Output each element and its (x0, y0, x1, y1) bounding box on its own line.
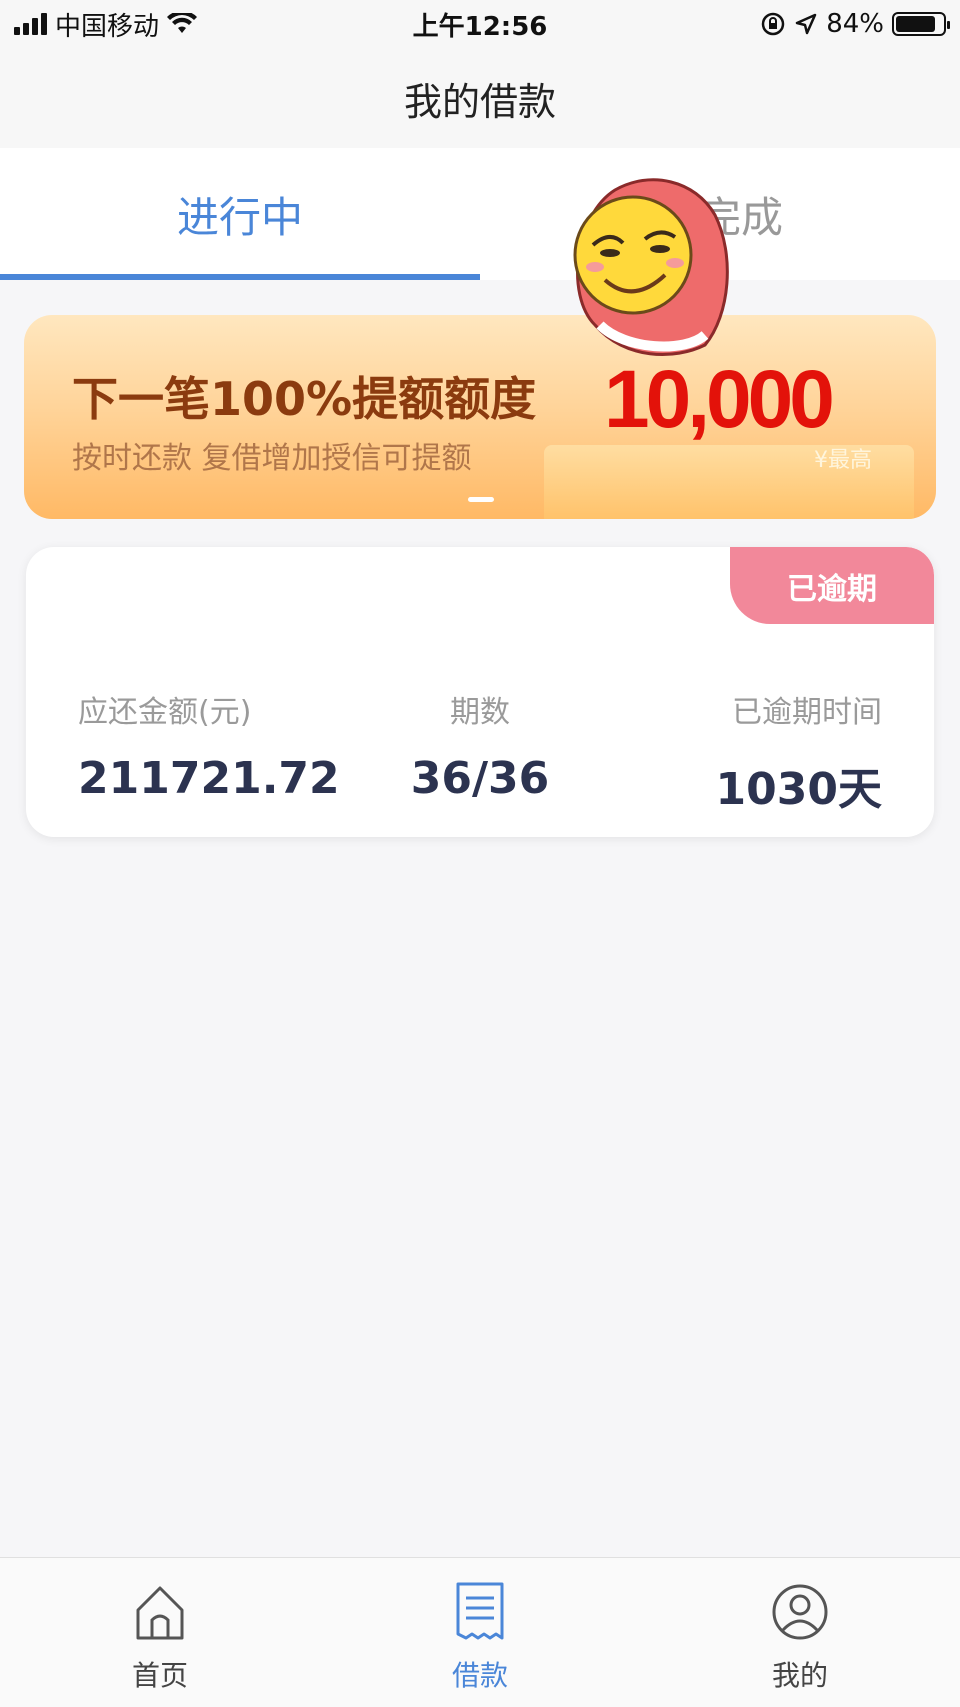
wifi-icon (167, 13, 198, 33)
promo-banner[interactable]: 下一笔100%提额额度 按时还款 复借增加授信可提额 10,000 ¥最高 (24, 315, 936, 519)
tabbar-label-profile: 我的 (771, 1659, 828, 1692)
amount-due-value: 211721.72 (78, 753, 340, 804)
battery-fill (896, 16, 935, 32)
loan-summary: 应还金额(元) 211721.72 期数 36/36 已逾期时间 1030天 (26, 687, 934, 817)
tabbar-item-home[interactable]: 首页 (0, 1558, 320, 1707)
banner-title: 下一笔100%提额额度 (72, 372, 537, 426)
status-left: 中国移动 (14, 6, 198, 43)
banner-amount: 10,000 (604, 354, 835, 445)
installment-value: 36/36 (410, 753, 550, 804)
page-title: 我的借款 (403, 79, 556, 124)
overdue-days-value: 1030天 (715, 764, 882, 815)
tabbar-label-home: 首页 (131, 1659, 188, 1692)
status-badge: 已逾期 (730, 547, 934, 624)
loan-status-tabs: 进行中 已完成 (0, 148, 960, 280)
overdue-days-label: 已逾期时间 (732, 695, 882, 730)
emoji-sticker-icon (573, 178, 729, 356)
banner-tag: ¥最高 (814, 448, 872, 473)
banner-subtitle: 按时还款 复借增加授信可提额 (72, 441, 472, 476)
loan-card[interactable]: 已逾期 应还金额(元) 211721.72 期数 36/36 已逾期时间 103… (26, 547, 934, 837)
location-icon (795, 13, 817, 35)
nav-bar: 我的借款 (0, 48, 960, 148)
tab-in-progress[interactable]: 进行中 (0, 148, 480, 280)
bill-icon (456, 1582, 504, 1640)
installment-column: 期数 36/36 (346, 687, 614, 817)
tabbar-label-loan: 借款 (451, 1659, 508, 1692)
carrier-label: 中国移动 (55, 11, 160, 42)
installment-label: 期数 (450, 695, 510, 730)
amount-due-column: 应还金额(元) 211721.72 (78, 687, 346, 817)
tabbar-item-profile[interactable]: 我的 (640, 1558, 960, 1707)
home-icon (136, 1586, 184, 1640)
overdue-days-column: 已逾期时间 1030天 (614, 687, 882, 817)
banner-page-indicator (468, 497, 494, 502)
status-bar: 中国移动 上午12:56 84% (0, 0, 960, 48)
battery-percent: 84% (826, 9, 884, 39)
battery-icon (892, 12, 950, 36)
status-right: 84% (760, 9, 950, 39)
amount-due-label: 应还金额(元) (78, 695, 252, 730)
signal-icon (14, 13, 47, 35)
tabbar-item-loan[interactable]: 借款 (320, 1558, 640, 1707)
user-icon (772, 1584, 828, 1640)
bottom-tab-bar: 首页 借款 我的 (0, 1557, 960, 1707)
orientation-lock-icon (761, 12, 785, 36)
